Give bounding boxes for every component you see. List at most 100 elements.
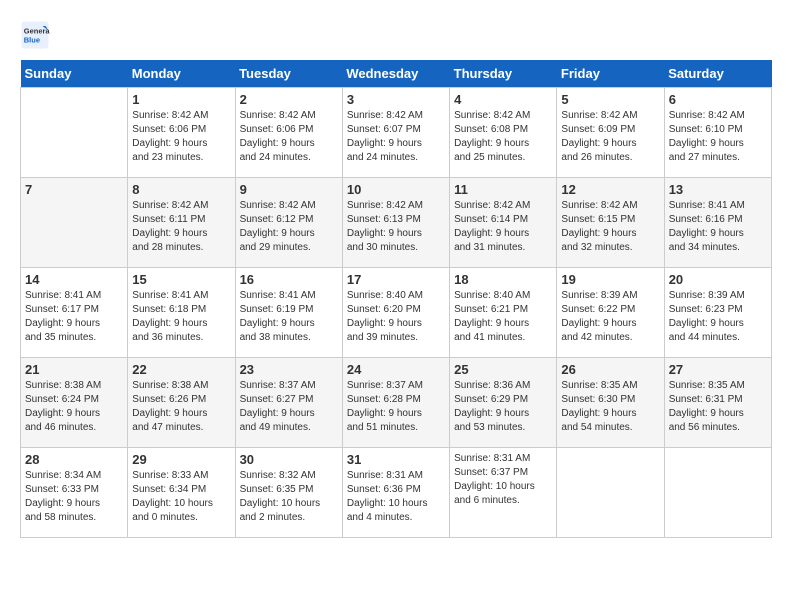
table-row: 25Sunrise: 8:36 AM Sunset: 6:29 PM Dayli… [450, 358, 557, 448]
day-number: 6 [669, 92, 767, 107]
day-info: Sunrise: 8:42 AM Sunset: 6:08 PM Dayligh… [454, 109, 552, 165]
col-friday: Friday [557, 60, 664, 88]
table-row: 18 Sunrise: 8:40 AM Sunset: 6:21 PM Dayli… [450, 268, 557, 358]
day-info: Sunrise: 8:38 AM Sunset: 6:24 PM Dayligh… [25, 379, 123, 435]
table-row: 6 Sunrise: 8:42 AM Sunset: 6:10 PM Daylig… [664, 88, 771, 178]
table-row: 16 Sunrise: 8:41 AM Sunset: 6:19 PM Dayli… [235, 268, 342, 358]
day-number: 1 [132, 92, 230, 107]
day-number: 9 [240, 182, 338, 197]
day-info: Sunrise: 8:40 AM Sunset: 6:21 PM Dayligh… [454, 289, 552, 345]
day-info: Sunrise: 8:31 AM Sunset: 6:36 PM Dayligh… [347, 469, 445, 525]
day-info: Sunrise: 8:39 AM Sunset: 6:23 PM Dayligh… [669, 289, 767, 345]
table-row [557, 448, 664, 538]
day-info: Sunrise: 8:37 AM Sunset: 6:27 PM Dayligh… [240, 379, 338, 435]
calendar-week-row: 78 Sunrise: 8:42 AM Sunset: 6:11 PM Dayli… [21, 178, 772, 268]
table-row: 19 Sunrise: 8:39 AM Sunset: 6:22 PM Dayli… [557, 268, 664, 358]
day-info: Sunrise: 8:41 AM Sunset: 6:19 PM Dayligh… [240, 289, 338, 345]
day-number: 14 [25, 272, 123, 287]
table-row: Sunrise: 8:31 AM Sunset: 6:37 PM Dayligh… [450, 448, 557, 538]
table-row: 21 Sunrise: 8:38 AM Sunset: 6:24 PM Dayli… [21, 358, 128, 448]
day-number: 11 [454, 182, 552, 197]
day-number: 13 [669, 182, 767, 197]
table-row: 7 [21, 178, 128, 268]
day-number: 27 [669, 362, 767, 377]
table-row: 22 Sunrise: 8:38 AM Sunset: 6:26 PM Dayli… [128, 358, 235, 448]
day-info: Sunrise: 8:42 AM Sunset: 6:07 PM Dayligh… [347, 109, 445, 165]
table-row: 17Sunrise: 8:40 AM Sunset: 6:20 PM Dayli… [342, 268, 449, 358]
col-wednesday: Wednesday [342, 60, 449, 88]
col-thursday: Thursday [450, 60, 557, 88]
day-number: 10 [347, 182, 445, 197]
table-row: 23 Sunrise: 8:37 AM Sunset: 6:27 PM Dayli… [235, 358, 342, 448]
col-sunday: Sunday [21, 60, 128, 88]
day-number: 18 [454, 272, 552, 287]
day-number: 16 [240, 272, 338, 287]
day-number: 28 [25, 452, 123, 467]
logo-icon: General Blue [20, 20, 50, 50]
day-number: 23 [240, 362, 338, 377]
day-number: 20 [669, 272, 767, 287]
day-number: 24 [347, 362, 445, 377]
day-info: Sunrise: 8:39 AM Sunset: 6:22 PM Dayligh… [561, 289, 659, 345]
calendar-week-row: 1 Sunrise: 8:42 AM Sunset: 6:06 PM Daylig… [21, 88, 772, 178]
table-row [664, 448, 771, 538]
day-info: Sunrise: 8:38 AM Sunset: 6:26 PM Dayligh… [132, 379, 230, 435]
day-info: Sunrise: 8:42 AM Sunset: 6:14 PM Dayligh… [454, 199, 552, 255]
day-info: Sunrise: 8:37 AM Sunset: 6:28 PM Dayligh… [347, 379, 445, 435]
calendar-table: Sunday Monday Tuesday Wednesday Thursday… [20, 60, 772, 538]
day-number: 22 [132, 362, 230, 377]
day-number: 7 [25, 182, 123, 197]
table-row: 5 Sunrise: 8:42 AM Sunset: 6:09 PM Daylig… [557, 88, 664, 178]
logo: General Blue [20, 20, 54, 50]
table-row: 28 Sunrise: 8:34 AM Sunset: 6:33 PM Dayli… [21, 448, 128, 538]
day-number: 31 [347, 452, 445, 467]
day-info: Sunrise: 8:42 AM Sunset: 6:10 PM Dayligh… [669, 109, 767, 165]
day-number: 5 [561, 92, 659, 107]
day-number: 8 [132, 182, 230, 197]
day-info: Sunrise: 8:42 AM Sunset: 6:12 PM Dayligh… [240, 199, 338, 255]
day-info: Sunrise: 8:42 AM Sunset: 6:15 PM Dayligh… [561, 199, 659, 255]
day-info: Sunrise: 8:32 AM Sunset: 6:35 PM Dayligh… [240, 469, 338, 525]
table-row: 2Sunrise: 8:42 AM Sunset: 6:06 PM Daylig… [235, 88, 342, 178]
day-number: 4 [454, 92, 552, 107]
day-info: Sunrise: 8:42 AM Sunset: 6:11 PM Dayligh… [132, 199, 230, 255]
table-row: 13 Sunrise: 8:41 AM Sunset: 6:16 PM Dayli… [664, 178, 771, 268]
day-number: 25 [454, 362, 552, 377]
table-row: 9 Sunrise: 8:42 AM Sunset: 6:12 PM Daylig… [235, 178, 342, 268]
day-info: Sunrise: 8:41 AM Sunset: 6:16 PM Dayligh… [669, 199, 767, 255]
table-row: 29Sunrise: 8:33 AM Sunset: 6:34 PM Dayli… [128, 448, 235, 538]
day-info: Sunrise: 8:42 AM Sunset: 6:13 PM Dayligh… [347, 199, 445, 255]
table-row: 8 Sunrise: 8:42 AM Sunset: 6:11 PM Daylig… [128, 178, 235, 268]
table-row: 31 Sunrise: 8:31 AM Sunset: 6:36 PM Dayli… [342, 448, 449, 538]
day-info: Sunrise: 8:40 AM Sunset: 6:20 PM Dayligh… [347, 289, 445, 345]
calendar-week-row: 28 Sunrise: 8:34 AM Sunset: 6:33 PM Dayli… [21, 448, 772, 538]
day-info: Sunrise: 8:34 AM Sunset: 6:33 PM Dayligh… [25, 469, 123, 525]
day-number: 21 [25, 362, 123, 377]
svg-text:Blue: Blue [24, 36, 40, 45]
table-row: 4 Sunrise: 8:42 AM Sunset: 6:08 PM Daylig… [450, 88, 557, 178]
table-row: 1 Sunrise: 8:42 AM Sunset: 6:06 PM Daylig… [128, 88, 235, 178]
calendar-header-row: Sunday Monday Tuesday Wednesday Thursday… [21, 60, 772, 88]
table-row: 11 Sunrise: 8:42 AM Sunset: 6:14 PM Dayli… [450, 178, 557, 268]
day-info: Sunrise: 8:42 AM Sunset: 6:06 PM Dayligh… [240, 109, 338, 165]
page-header: General Blue [20, 20, 772, 50]
table-row: 27 Sunrise: 8:35 AM Sunset: 6:31 PM Dayli… [664, 358, 771, 448]
day-number: 15 [132, 272, 230, 287]
day-number: 3 [347, 92, 445, 107]
calendar-week-row: 21 Sunrise: 8:38 AM Sunset: 6:24 PM Dayli… [21, 358, 772, 448]
day-info: Sunrise: 8:42 AM Sunset: 6:09 PM Dayligh… [561, 109, 659, 165]
day-number: 19 [561, 272, 659, 287]
table-row: 14Sunrise: 8:41 AM Sunset: 6:17 PM Dayli… [21, 268, 128, 358]
table-row: 26Sunrise: 8:35 AM Sunset: 6:30 PM Dayli… [557, 358, 664, 448]
day-info: Sunrise: 8:35 AM Sunset: 6:30 PM Dayligh… [561, 379, 659, 435]
day-info: Sunrise: 8:33 AM Sunset: 6:34 PM Dayligh… [132, 469, 230, 525]
col-tuesday: Tuesday [235, 60, 342, 88]
day-info: Sunrise: 8:35 AM Sunset: 6:31 PM Dayligh… [669, 379, 767, 435]
table-row: 10 Sunrise: 8:42 AM Sunset: 6:13 PM Dayli… [342, 178, 449, 268]
table-row: 12Sunrise: 8:42 AM Sunset: 6:15 PM Dayli… [557, 178, 664, 268]
table-row: 24 Sunrise: 8:37 AM Sunset: 6:28 PM Dayli… [342, 358, 449, 448]
col-saturday: Saturday [664, 60, 771, 88]
day-info: Sunrise: 8:42 AM Sunset: 6:06 PM Dayligh… [132, 109, 230, 165]
table-row: 30Sunrise: 8:32 AM Sunset: 6:35 PM Dayli… [235, 448, 342, 538]
calendar-week-row: 14Sunrise: 8:41 AM Sunset: 6:17 PM Dayli… [21, 268, 772, 358]
